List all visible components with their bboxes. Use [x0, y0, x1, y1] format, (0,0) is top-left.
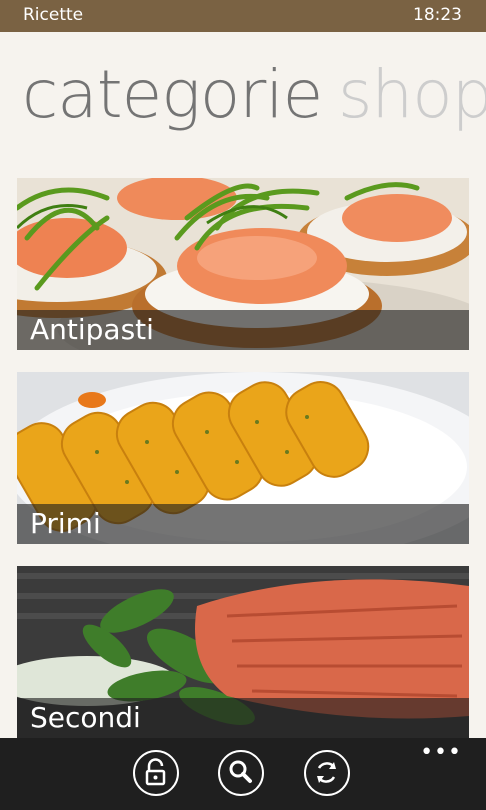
pivot-header: categorie shop: [0, 52, 486, 147]
category-tile-primi[interactable]: Primi: [17, 372, 469, 544]
unlock-button[interactable]: [133, 750, 179, 796]
more-options-button[interactable]: •••: [420, 740, 462, 765]
search-button[interactable]: [218, 750, 264, 796]
unlock-icon: [145, 758, 166, 786]
pivot-tab-categorie[interactable]: categorie: [22, 52, 323, 138]
app-name: Ricette: [23, 5, 84, 25]
sync-icon: [317, 762, 336, 783]
search-icon: [229, 760, 252, 783]
status-bar: Ricette 18:23: [0, 0, 486, 32]
category-label: Secondi: [30, 701, 141, 734]
pivot-tab-shop[interactable]: shop: [338, 52, 486, 138]
category-label: Antipasti: [30, 313, 154, 346]
category-tile-antipasti[interactable]: Antipasti: [17, 178, 469, 350]
sync-button[interactable]: [304, 750, 350, 796]
clock: 18:23: [413, 5, 462, 25]
category-label: Primi: [30, 507, 101, 540]
app-bar: •••: [0, 738, 486, 810]
category-tile-secondi[interactable]: Secondi: [17, 566, 469, 738]
